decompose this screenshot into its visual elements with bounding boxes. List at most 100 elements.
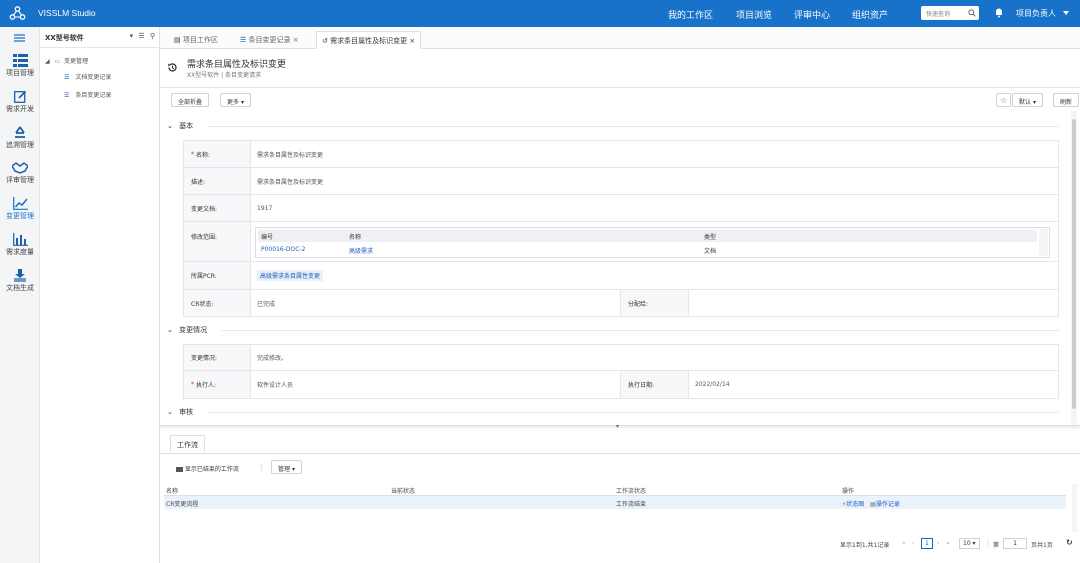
state-diagram-link[interactable]: 状态图: [846, 501, 864, 508]
scope-header-type: 类型: [704, 234, 717, 241]
divider: [160, 453, 1080, 454]
pager-summary: 显示1到1,共1记录: [840, 542, 890, 549]
bell-icon[interactable]: [995, 7, 1003, 18]
workflow-table-header: 名称 当前状态 工作流状态 操作: [164, 484, 1066, 496]
scope-value: 编号 名称 类型 P00016-DOC-2 高级需求 文档: [251, 222, 1059, 261]
table-row[interactable]: CR变更流程 工作流结束 ⚡状态图 ▤操作记录: [164, 496, 1066, 509]
pager-separator: |: [987, 540, 990, 547]
nav-my-workspace[interactable]: 我的工作区: [668, 8, 713, 21]
tree-pin-icon[interactable]: ⚲: [150, 32, 155, 40]
bar-chart-icon: [12, 233, 28, 246]
pager-prev-icon[interactable]: ‹: [912, 540, 914, 547]
nav-project-browse[interactable]: 项目浏览: [736, 8, 772, 21]
left-nav-requirement-dev[interactable]: 需求开发: [0, 90, 40, 114]
left-nav-document-gen[interactable]: 文档生成: [0, 268, 40, 293]
pager-goto-input[interactable]: 1: [1003, 538, 1027, 549]
close-icon[interactable]: ×: [409, 37, 415, 45]
pcr-label: 所属PCR:: [184, 262, 251, 289]
section-change-header[interactable]: ⌄ 变更情况: [167, 325, 207, 335]
pcr-link[interactable]: 高级需求条目属性变更: [257, 270, 324, 281]
pager-last-icon[interactable]: »: [946, 540, 950, 547]
tree-expand-icon[interactable]: ◢: [45, 58, 50, 65]
tree-header: XX型号软件 ▾ ☰ ⚲: [40, 27, 160, 48]
workflow-scrollbar[interactable]: [1072, 484, 1077, 532]
form-row-name: * 名称: 需求条目属性及标识变更: [183, 140, 1059, 168]
splitter-handle-icon[interactable]: ▾: [616, 423, 619, 430]
chevron-down-icon: ⌄: [167, 326, 173, 334]
name-label: * 名称:: [184, 141, 251, 167]
name-value: 需求条目属性及标识变更: [257, 151, 324, 159]
exec-date-value: 2022/02/14: [695, 381, 730, 388]
default-view-select[interactable]: 默认 ▾: [1012, 93, 1043, 107]
refresh-button[interactable]: 刷新: [1053, 93, 1080, 107]
left-nav: 项目管理 需求开发 追溯管理 评审管理 变更管理 需求度量 文档生成: [0, 27, 40, 563]
exec-date-label: 执行日期:: [620, 371, 689, 398]
tab-project-workspace[interactable]: ▤ 项目工作区: [169, 31, 223, 49]
description-label: 描述:: [184, 168, 251, 194]
chevron-down-icon: ⌄: [167, 408, 173, 416]
tree-dropdown-icon[interactable]: ▾: [130, 32, 134, 40]
pager-total-pages: 页共1页: [1031, 542, 1053, 549]
section-review-header[interactable]: ⌄ 审核: [167, 407, 193, 417]
scope-row-name-link[interactable]: 高级需求: [349, 246, 373, 255]
form-scrollbar-thumb[interactable]: [1072, 119, 1076, 409]
top-bar: VISSLM Studio 我的工作区 项目浏览 评审中心 组织资产 快速查询 …: [0, 0, 1080, 27]
more-button[interactable]: 更多 ▾: [220, 93, 251, 107]
menu-toggle-icon[interactable]: [14, 34, 25, 44]
pager-first-icon[interactable]: «: [902, 540, 906, 547]
recycle-icon: [15, 126, 25, 138]
tree-node-change-management[interactable]: ◢ ▭ 变更管理: [45, 56, 88, 65]
favorite-button[interactable]: ☆: [996, 93, 1012, 107]
left-nav-trace[interactable]: 追溯管理: [0, 126, 40, 150]
quick-search-input[interactable]: 快速查询: [921, 6, 979, 20]
scope-row-id-link[interactable]: P00016-DOC-2: [261, 246, 305, 253]
section-basic-header[interactable]: ⌄ 基本: [167, 121, 193, 131]
change-doc-label: 变更文档:: [184, 195, 251, 221]
section-divider: [208, 412, 1059, 413]
manage-button[interactable]: 管理 ▾: [271, 460, 302, 474]
workflow-name-link[interactable]: CR变更流程: [166, 499, 198, 508]
search-icon[interactable]: [968, 9, 976, 17]
tab-requirement-change[interactable]: ↺ 需求条目属性及标识变更 ×: [316, 31, 422, 49]
col-workflow-status: 工作流状态: [616, 488, 647, 495]
operation-log-link[interactable]: 操作记录: [876, 501, 900, 508]
pager-next-icon[interactable]: ›: [937, 540, 939, 547]
show-finished-workflow-toggle[interactable]: 显示已结束的工作流: [176, 464, 239, 473]
nav-review-center[interactable]: 评审中心: [794, 8, 830, 21]
list-icon: ☰: [64, 92, 70, 99]
panel-splitter[interactable]: [160, 425, 1080, 428]
divider: [160, 87, 1080, 88]
collapse-all-button[interactable]: 全部折叠: [171, 93, 210, 107]
app-logo-icon: [9, 6, 26, 20]
default-view-label: 默认: [1019, 99, 1032, 106]
tree-node-label: 文档变更记录: [75, 74, 112, 81]
refresh-icon[interactable]: ↻: [1066, 538, 1073, 547]
show-finished-label: 显示已结束的工作流: [184, 466, 239, 473]
scope-table-header: [258, 230, 1037, 242]
scope-table-scrollbar[interactable]: [1039, 229, 1048, 256]
left-nav-label: 文档生成: [6, 284, 34, 292]
user-menu[interactable]: 项目负责人: [1016, 8, 1070, 19]
tree-node-label: 变更管理: [64, 58, 89, 65]
left-nav-project-management[interactable]: 项目管理: [0, 54, 40, 78]
tree-list-icon[interactable]: ☰: [138, 32, 144, 40]
list-icon: ☰: [64, 74, 70, 81]
tree-node-item-change-record[interactable]: ☰ 条目变更记录: [64, 90, 111, 99]
caret-down-icon: [1062, 11, 1069, 15]
page-size-select[interactable]: 10 ▾: [959, 538, 980, 549]
tab-workflow[interactable]: 工作流: [170, 435, 205, 453]
form-scrollbar[interactable]: [1071, 111, 1077, 429]
left-nav-change-management[interactable]: 变更管理: [0, 197, 40, 221]
tab-item-change-record[interactable]: ☰ 条目变更记录 ×: [235, 31, 304, 49]
chevron-down-icon: ⌄: [167, 122, 173, 130]
section-divider: [208, 126, 1059, 127]
form-row-pcr: 所属PCR: 高级需求条目属性变更: [183, 262, 1059, 290]
tree-node-doc-change-record[interactable]: ☰ 文档变更记录: [64, 72, 111, 81]
toggle-icon: [176, 467, 183, 472]
nav-org-assets[interactable]: 组织资产: [852, 8, 888, 21]
left-nav-requirement-metrics[interactable]: 需求度量: [0, 233, 40, 257]
left-nav-review[interactable]: 评审管理: [0, 162, 40, 185]
pager-current-page[interactable]: 1: [921, 538, 933, 549]
close-icon[interactable]: ×: [293, 36, 299, 44]
tree-tools: ▾ ☰ ⚲: [130, 32, 155, 40]
